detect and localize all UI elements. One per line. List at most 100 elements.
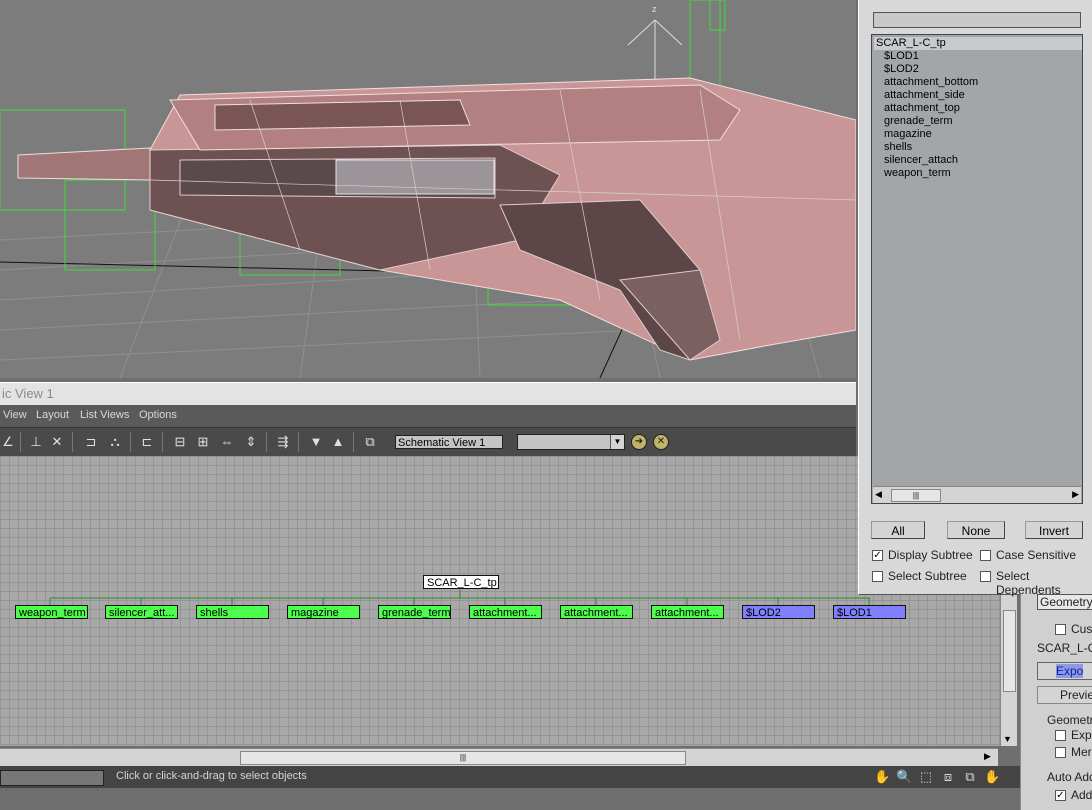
list-item[interactable]: shells (884, 141, 912, 154)
list-item[interactable]: SCAR_L-C_tp (874, 37, 1082, 50)
merge-checkbox[interactable] (1055, 747, 1066, 758)
hierarchy-links (49, 590, 870, 605)
toolbar-separator (298, 432, 299, 452)
arrange-selected-icon[interactable]: ⊞ (195, 434, 211, 450)
connect-icon[interactable]: ∠ (0, 434, 16, 450)
bottom-strip (0, 788, 1020, 810)
list-item[interactable]: attachment_top (884, 102, 960, 115)
select-none-button[interactable]: None (947, 521, 1005, 539)
select-dependents-checkbox[interactable] (980, 571, 991, 582)
viewport-scene: z (0, 0, 856, 378)
list-item[interactable]: $LOD1 (884, 50, 919, 63)
select-invert-button[interactable]: Invert (1025, 521, 1083, 539)
list-item[interactable]: $LOD2 (884, 63, 919, 76)
add-label: Add (1071, 788, 1092, 802)
pan-to-selected-icon[interactable]: ✋ (984, 769, 1000, 785)
list-item[interactable]: magazine (884, 128, 932, 141)
schematic-title-bar[interactable]: ic View 1 (0, 382, 856, 405)
list-item[interactable]: grenade_term (884, 115, 953, 128)
collapse-icon[interactable]: ▲ (330, 434, 346, 450)
list-item[interactable]: attachment_bottom (884, 76, 978, 89)
preview-button[interactable]: Previe (1037, 686, 1092, 704)
chevron-right-icon[interactable]: ▶ (984, 751, 991, 762)
schematic-canvas[interactable]: SCAR_L-C_tp weapon_term silencer_att... … (0, 456, 1000, 746)
schematic-node[interactable]: silencer_att... (105, 605, 178, 619)
schematic-node[interactable]: grenade_term (378, 605, 451, 619)
free-selected-icon[interactable]: ⇕ (243, 434, 259, 450)
schematic-vertical-scrollbar[interactable]: ▼ (1000, 590, 1017, 746)
auto-add-group-label: Auto Add (1047, 770, 1092, 784)
status-text: Click or click-and-drag to select object… (116, 770, 307, 782)
add-checkbox[interactable]: ✓ (1055, 790, 1066, 801)
status-field (0, 770, 104, 786)
viewport-perspective[interactable]: z (0, 0, 856, 378)
link-icon[interactable]: ⊥ (28, 434, 44, 450)
toolbar-separator (162, 432, 163, 452)
free-all-icon[interactable]: ⇔ (219, 434, 235, 450)
export-panel: Geometry [ Cust SCAR_L-C_ Expo Previe Ge… (1020, 594, 1092, 810)
chevron-left-icon[interactable]: ◀ (875, 489, 882, 500)
select-all-button[interactable]: All (871, 521, 925, 539)
scroll-thumb[interactable]: ||| (891, 489, 941, 502)
geometry-dropdown[interactable]: Geometry [ (1037, 594, 1092, 610)
object-list[interactable]: SCAR_L-C_tp $LOD1 $LOD2 attachment_botto… (871, 34, 1083, 504)
zoom-region-icon[interactable]: ⬚ (918, 769, 934, 785)
axis-z-label: z (652, 4, 657, 14)
view-bookmark-dropdown[interactable]: ▼ (517, 434, 625, 450)
select-subtree-label: Select Subtree (888, 569, 967, 583)
preferences-icon[interactable]: ⧉ (362, 434, 378, 450)
chevron-right-icon[interactable]: ▶ (1072, 489, 1079, 500)
schematic-horizontal-scrollbar[interactable]: ||| ▶ (0, 748, 998, 766)
delete-bookmark-icon[interactable]: ✕ (653, 434, 669, 450)
schematic-node[interactable]: attachment... (469, 605, 542, 619)
display-subtree-checkbox[interactable]: ✓ (872, 550, 883, 561)
schematic-node[interactable]: magazine (287, 605, 360, 619)
scroll-thumb[interactable] (1003, 610, 1016, 692)
select-objects-dialog: SCAR_L-C_tp $LOD1 $LOD2 attachment_botto… (858, 0, 1092, 597)
menu-view[interactable]: View (3, 409, 27, 421)
scroll-thumb[interactable]: ||| (240, 751, 686, 765)
toolbar-separator (266, 432, 267, 452)
hierarchy-mode-icon[interactable]: ⊐ (83, 434, 99, 450)
object-list-hscrollbar[interactable]: ◀ ||| ▶ (873, 486, 1081, 503)
references-mode-icon[interactable]: ⛬ (107, 434, 123, 450)
expand-icon[interactable]: ▼ (308, 434, 324, 450)
schematic-node[interactable]: weapon_term (15, 605, 88, 619)
list-item[interactable]: attachment_side (884, 89, 965, 102)
export-geometry-checkbox[interactable] (1055, 730, 1066, 741)
menu-options[interactable]: Options (139, 409, 177, 421)
delete-icon[interactable]: ✕ (49, 434, 65, 450)
display-floater-icon[interactable]: ⊏ (139, 434, 155, 450)
go-bookmark-icon[interactable]: ➜ (631, 434, 647, 450)
case-sensitive-label: Case Sensitive (996, 548, 1077, 562)
schematic-node[interactable]: attachment... (651, 605, 724, 619)
view-name-field[interactable]: Schematic View 1 (395, 435, 503, 449)
custom-label: Cust (1071, 622, 1092, 636)
zoom-selected-icon[interactable]: ⧉ (962, 769, 978, 785)
schematic-menu-bar: View Layout List Views Options (0, 405, 856, 427)
menu-list-views[interactable]: List Views (80, 409, 129, 421)
schematic-node[interactable]: shells (196, 605, 269, 619)
list-item[interactable]: weapon_term (884, 167, 951, 180)
schematic-title: ic View 1 (2, 386, 54, 401)
toggle-expansion-icon[interactable]: ⇶ (275, 434, 291, 450)
schematic-node-root[interactable]: SCAR_L-C_tp (423, 575, 499, 589)
export-button[interactable]: Expo (1037, 662, 1092, 680)
status-bar: Click or click-and-drag to select object… (0, 766, 1020, 788)
zoom-extents-icon[interactable]: ⧈ (940, 769, 956, 785)
schematic-node[interactable]: attachment... (560, 605, 633, 619)
chevron-down-icon[interactable]: ▼ (1003, 734, 1012, 744)
menu-layout[interactable]: Layout (36, 409, 69, 421)
zoom-icon[interactable]: 🔍 (896, 769, 912, 785)
schematic-node[interactable]: $LOD2 (742, 605, 815, 619)
chevron-down-icon[interactable]: ▼ (610, 435, 624, 449)
list-item[interactable]: silencer_attach (884, 154, 958, 167)
pan-icon[interactable]: ✋ (874, 769, 890, 785)
schematic-node[interactable]: $LOD1 (833, 605, 906, 619)
case-sensitive-checkbox[interactable] (980, 550, 991, 561)
object-filter-input[interactable] (873, 12, 1081, 28)
arrange-children-icon[interactable]: ⊟ (172, 434, 188, 450)
display-subtree-label: Display Subtree (888, 548, 973, 562)
select-subtree-checkbox[interactable] (872, 571, 883, 582)
custom-checkbox[interactable] (1055, 624, 1066, 635)
